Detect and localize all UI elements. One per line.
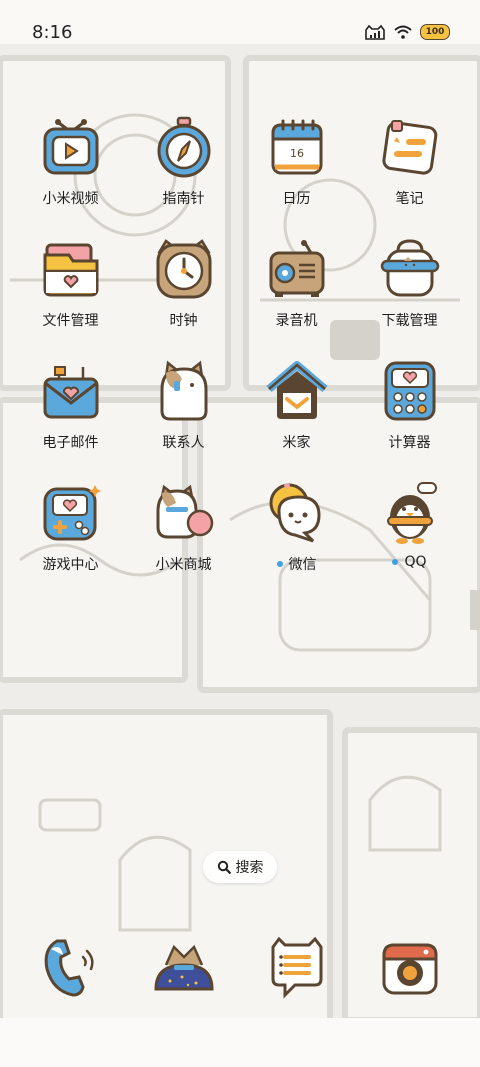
app-label: QQ [392,554,427,570]
app-label: 日历 [282,191,311,207]
status-time: 8:16 [32,22,73,43]
compass-icon [157,116,210,178]
gamepad-icon [43,485,101,541]
penguin-icon [386,482,437,544]
dock [14,935,466,999]
new-indicator-dot [392,559,399,565]
search-label: 搜索 [235,860,264,876]
app-clock[interactable]: 时钟 [127,237,240,359]
app-email[interactable]: 电子邮件 [14,359,127,481]
app-mijia[interactable]: 米家 [240,359,353,481]
dock-messages[interactable] [240,935,353,999]
app-calculator[interactable]: 计算器 [353,359,466,481]
folder-icon [43,243,98,297]
app-recorder[interactable]: 录音机 [240,237,353,359]
mail-icon [43,366,98,419]
app-contacts[interactable]: 联系人 [127,359,240,481]
app-wechat[interactable]: 微信 [240,481,353,603]
app-calendar[interactable]: 16 日历 [240,115,353,237]
app-label: 米家 [282,435,311,451]
app-row: 文件管理 时钟 录音机 下载管理 [14,237,466,359]
app-game-center[interactable]: 游戏中心 [14,481,127,603]
app-label: 计算器 [388,435,431,451]
app-mi-store[interactable]: 小米商城 [127,481,240,603]
app-label: 时钟 [169,313,198,329]
search-icon [217,860,231,874]
tv-video-icon [43,119,98,175]
app-file-manager[interactable]: 文件管理 [14,237,127,359]
status-bar: 8:16 100 [0,0,480,44]
app-label: 电子邮件 [42,435,99,451]
app-label: 小米商城 [155,557,212,573]
app-label: 微信 [276,554,317,574]
app-label: 笔记 [395,191,424,207]
clock-icon [156,239,211,299]
wifi-icon [394,25,412,39]
app-label: 小米视频 [42,191,99,207]
cat-contact-icon [160,360,207,421]
app-xiaomi-video[interactable]: 小米视频 [14,115,127,237]
app-grid: 小米视频 指南针 16 日历 笔记 文件管理 时钟 录音机 下载管理 电子邮件 … [14,115,466,603]
app-label: 联系人 [162,435,205,451]
app-label: 指南针 [162,191,205,207]
app-downloads[interactable]: 下载管理 [353,237,466,359]
app-label: 录音机 [275,313,318,329]
radio-recorder-icon [269,240,324,297]
calculator-icon [384,361,435,421]
app-compass[interactable]: 指南针 [127,115,240,237]
phone-icon [44,939,94,997]
cat-signal-icon [365,24,385,40]
home-icon [265,361,328,419]
wechat-bubble-icon [269,483,321,543]
dock-phone[interactable] [14,935,127,999]
download-icon [380,239,439,297]
app-notes[interactable]: 笔记 [353,115,466,237]
dock-cat[interactable] [127,935,240,999]
battery-level: 100 [425,27,445,37]
search-button[interactable]: 搜索 [203,851,277,883]
app-label: 文件管理 [42,313,99,329]
dock-camera[interactable] [353,935,466,999]
status-icons: 100 [364,24,450,40]
navigation-area [0,1018,480,1067]
battery-icon: 100 [420,24,450,40]
cat-store-icon [156,484,213,539]
svg-text:16: 16 [290,147,304,160]
cat-dock-icon [153,944,214,991]
new-indicator-dot [276,561,283,567]
app-row: 电子邮件 联系人 米家 计算器 [14,359,466,481]
app-qq[interactable]: QQ [353,481,466,603]
app-row: 小米视频 指南针 16 日历 笔记 [14,115,466,237]
camera-icon [382,943,437,995]
app-label: 下载管理 [381,313,438,329]
notes-icon [381,120,437,175]
app-row: 游戏中心 小米商城 微信 QQ [14,481,466,603]
message-bubble-icon [271,936,322,999]
calendar-icon: 16 [271,119,322,175]
app-label: 游戏中心 [42,557,99,573]
